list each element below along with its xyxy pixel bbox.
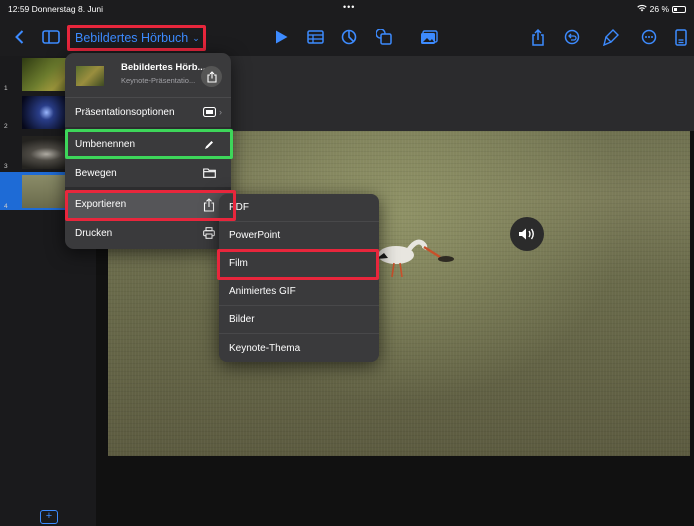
toolbar: Bebildertes Hörbuch ⌄ [0,18,694,56]
menu-item-label: Bewegen [75,167,117,179]
share-icon[interactable] [528,26,548,48]
slide-number: 1 [4,85,8,92]
table-icon[interactable] [305,26,325,48]
export-option-pdf[interactable]: PDF [219,194,379,222]
keynote-window: 12:59 Donnerstag 8. Juni ••• 26 % Bebild… [0,0,694,526]
media-icon[interactable] [419,26,439,48]
menu-item-move[interactable]: Bewegen [65,159,231,191]
menu-item-label: Umbenennen [75,139,136,150]
document-title: Bebildertes Hörbuch [75,31,189,45]
document-title-button[interactable]: Bebildertes Hörbuch ⌄ [67,27,206,49]
menu-item-label: Drucken [75,227,113,239]
document-inspector-icon[interactable] [673,26,689,48]
play-icon[interactable] [272,26,290,48]
export-option-label: Bilder [229,314,255,325]
undo-icon[interactable] [562,26,582,48]
status-time: 12:59 Donnerstag 8. Juni [8,4,104,14]
document-thumbnail [76,66,104,86]
folder-icon [202,166,216,180]
export-icon [202,198,216,212]
menu-item-print[interactable]: Drucken [65,219,231,247]
audio-speaker-icon[interactable] [510,217,544,251]
export-option-images[interactable]: Bilder [219,306,379,334]
submenu-chevron-icon: › [219,107,222,117]
menu-header: Bebildertes Hörb... Keynote-Präsentatio.… [65,53,231,98]
export-option-powerpoint[interactable]: PowerPoint [219,222,379,250]
menu-document-subtitle: Keynote-Präsentatio... [121,76,196,85]
printer-icon [202,226,216,240]
menu-item-presentation-options[interactable]: Präsentationsoptionen › [65,98,231,131]
battery-icon [672,5,686,13]
pencil-icon [202,138,216,152]
slide-number: 4 [4,203,8,210]
export-option-label: Keynote-Thema [229,342,301,354]
chevron-down-icon: ⌄ [192,32,200,43]
export-option-animated-gif[interactable]: Animiertes GIF [219,278,379,306]
export-option-label: Film [229,258,248,269]
multitasking-dots[interactable]: ••• [343,2,355,12]
export-submenu: PDF PowerPoint Film Animiertes GIF Bilde… [219,194,379,362]
stork-image [376,239,454,278]
export-option-label: PowerPoint [229,230,281,241]
menu-item-export[interactable]: Exportieren [65,191,231,219]
format-brush-icon[interactable] [601,26,621,48]
status-right: 26 % [636,4,686,14]
export-option-film[interactable]: Film [219,250,379,278]
export-option-keynote-theme[interactable]: Keynote-Thema [219,334,379,362]
battery-level: 26 % [649,4,669,14]
menu-document-title: Bebildertes Hörb... [121,62,206,73]
more-options-icon[interactable] [639,26,659,48]
menu-share-button[interactable] [201,66,222,87]
menu-item-rename[interactable]: Umbenennen [65,131,231,159]
export-option-label: Animiertes GIF [229,286,296,297]
toggle-icon [202,105,216,119]
shape-icon[interactable] [374,26,394,48]
status-bar: 12:59 Donnerstag 8. Juni ••• 26 % [0,0,694,18]
slide-number: 3 [4,163,8,170]
sidebar-toggle-icon[interactable] [41,26,61,48]
chart-icon[interactable] [339,26,359,48]
document-menu: Bebildertes Hörb... Keynote-Präsentatio.… [65,53,231,249]
export-option-label: PDF [229,202,249,213]
slide-number: 2 [4,123,8,130]
add-slide-button[interactable]: + [40,510,58,524]
menu-item-label: Exportieren [75,199,127,210]
wifi-icon [636,4,647,14]
back-chevron-icon[interactable] [11,26,27,48]
menu-item-label: Präsentationsoptionen [75,107,175,118]
